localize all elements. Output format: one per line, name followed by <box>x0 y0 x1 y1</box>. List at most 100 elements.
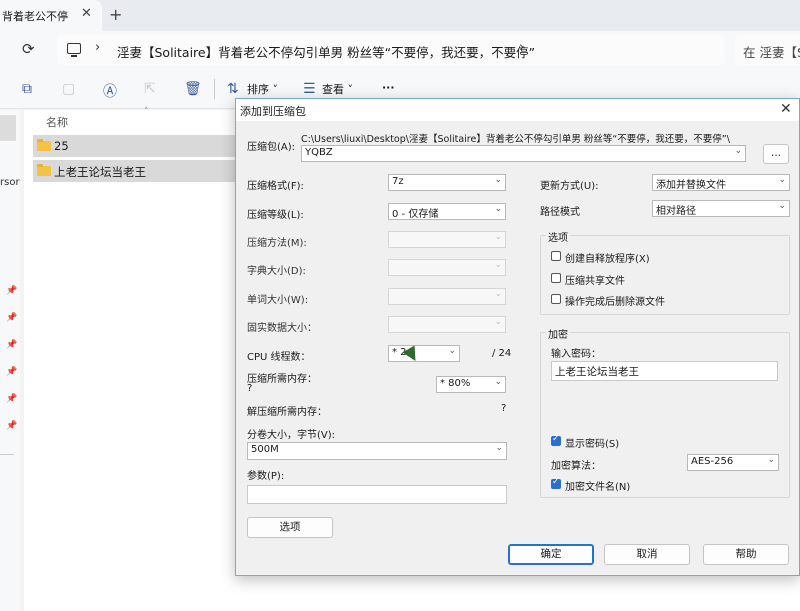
explorer-tab[interactable]: 背着老公不停 ✕ <box>0 0 102 31</box>
delete-icon[interactable]: 🗑 <box>184 81 202 97</box>
show-password-label[interactable]: 显示密码(S) <box>565 435 619 450</box>
format-label: 压缩格式(F): <box>247 181 304 192</box>
delete-after-checkbox[interactable] <box>551 294 561 304</box>
chevron-right-icon[interactable]: › <box>519 40 524 55</box>
update-label: 更新方式(U): <box>540 181 599 192</box>
shared-checkbox[interactable] <box>551 273 561 283</box>
rename-icon[interactable]: Ⓐ <box>103 81 117 101</box>
path-mode-label: 路径模式 <box>540 207 580 218</box>
refresh-icon[interactable]: ⟳ <box>22 40 35 58</box>
pin-icon: 📌 <box>6 340 18 350</box>
chevron-down-icon: ⌄ <box>494 260 502 270</box>
sort-button[interactable]: 排序 ˅ <box>247 81 278 97</box>
search-input[interactable]: 在 淫妻【S <box>735 35 800 65</box>
sfx-label[interactable]: 创建自释放程序(X) <box>565 250 650 265</box>
chevron-down-icon: ⌄ <box>495 443 503 453</box>
level-select[interactable]: 0 - 仅存储 ⌄ <box>388 203 506 220</box>
method-select[interactable]: ⌄ <box>388 231 506 248</box>
update-mode-select[interactable]: 添加并替换文件 ⌄ <box>652 174 790 191</box>
split-size-combo[interactable]: 500M ⌄ <box>247 442 507 460</box>
help-button[interactable]: 帮助 <box>703 544 789 565</box>
archive-name-value: YQBZ <box>305 147 333 158</box>
browse-button[interactable]: ... <box>763 144 789 164</box>
show-password-checkbox[interactable] <box>551 434 561 446</box>
add-to-archive-dialog: 添加到压缩包 ✕ 压缩包(A): C:\Users\liuxi\Desktop\… <box>235 98 800 576</box>
level-label: 压缩等级(L): <box>247 210 304 221</box>
sfx-checkbox[interactable] <box>551 251 561 261</box>
pin-icon: 📌 <box>6 421 18 431</box>
cancel-button[interactable]: 取消 <box>604 544 690 565</box>
split-value: 500M <box>251 444 279 455</box>
solid-select[interactable]: ⌄ <box>388 316 506 333</box>
toolbar-divider <box>214 79 215 99</box>
chevron-right-icon: › <box>95 40 101 55</box>
password-label: 输入密码： <box>551 349 601 360</box>
mem-comp-value: * 80% <box>440 378 471 389</box>
share-icon[interactable]: ⇱ <box>144 81 156 97</box>
ok-button[interactable]: 确定 <box>508 544 594 565</box>
column-header-name[interactable]: 名称 <box>46 114 68 130</box>
chevron-down-icon: ⌄ <box>494 232 502 242</box>
cpu-threads-select[interactable]: * 24 ⌄ <box>388 345 460 362</box>
close-icon[interactable]: ✕ <box>81 6 92 21</box>
delete-after-label[interactable]: 操作完成后删除源文件 <box>565 293 665 308</box>
pin-icon: 📌 <box>6 394 18 404</box>
dict-select[interactable]: ⌄ <box>388 259 506 276</box>
pin-icon: 📌 <box>6 367 18 377</box>
update-value: 添加并替换文件 <box>656 180 726 191</box>
encryption-group-title: 加密 <box>546 326 570 341</box>
paste-icon[interactable]: ▢ <box>62 81 75 97</box>
folder-icon <box>37 164 51 176</box>
options-group: 选项 创建自释放程序(X) 压缩共享文件 操作完成后删除源文件 <box>540 229 790 315</box>
solid-label: 固实数据大小： <box>247 323 317 334</box>
list-item[interactable]: 25 <box>33 135 243 157</box>
file-name: 25 <box>54 139 69 153</box>
mem-comp-label: 压缩所需内存： <box>247 374 317 385</box>
chevron-down-icon: ⌄ <box>448 346 456 356</box>
mem-decomp-label: 解压缩所需内存： <box>247 407 327 418</box>
archive-name-combo[interactable]: YQBZ ⌄ <box>301 145 746 162</box>
chevron-down-icon: ⌄ <box>494 317 502 327</box>
breadcrumb[interactable]: 淫妻【Solitaire】背着老公不停勾引单男 粉丝等“不要停，我还要，不要停” <box>117 42 535 61</box>
encrypt-names-label[interactable]: 加密文件名(N) <box>565 478 630 493</box>
view-label: 查看 <box>322 83 344 96</box>
options-group-title: 选项 <box>546 229 570 244</box>
format-value: 7z <box>392 176 404 187</box>
memory-usage-select[interactable]: * 80% ⌄ <box>436 376 506 393</box>
new-tab-button[interactable]: + <box>109 5 122 24</box>
options-button[interactable]: 选项 <box>247 517 333 538</box>
sidebar-item-selected[interactable] <box>0 115 16 141</box>
enc-method-value: AES-256 <box>691 456 734 467</box>
encryption-group: 加密 输入密码： 上老王论坛当老王 显示密码(S) 加密算法： AES-256 … <box>540 326 790 498</box>
close-icon[interactable]: ✕ <box>780 101 792 117</box>
password-input[interactable]: 上老王论坛当老王 <box>551 361 778 381</box>
password-value: 上老王论坛当老王 <box>555 366 639 378</box>
computer-icon <box>67 43 81 57</box>
encryption-method-select[interactable]: AES-256 ⌄ <box>687 454 779 471</box>
view-button[interactable]: 查看 ˅ <box>322 81 353 97</box>
format-select[interactable]: 7z ⌄ <box>388 174 506 191</box>
archive-label: 压缩包(A): <box>247 142 296 153</box>
list-item[interactable]: 上老王论坛当老王 <box>33 160 243 182</box>
tab-title: 背着老公不停 <box>2 10 68 23</box>
encrypt-names-checkbox[interactable] <box>551 477 561 489</box>
params-input[interactable] <box>247 485 507 504</box>
mem-decomp-unknown: ? <box>501 403 507 414</box>
path-mode-select[interactable]: 相对路径 ⌄ <box>652 200 790 217</box>
sort-icon: ⇅ <box>227 81 239 97</box>
tab-bar: 背着老公不停 ✕ + <box>0 0 800 31</box>
word-select[interactable]: ⌄ <box>388 288 506 305</box>
pin-icon: 📌 <box>6 313 18 323</box>
shared-label[interactable]: 压缩共享文件 <box>565 272 625 287</box>
copy-icon[interactable]: ⧉ <box>22 81 32 97</box>
sidebar-divider <box>0 454 14 455</box>
address-bar[interactable]: › 淫妻【Solitaire】背着老公不停勾引单男 粉丝等“不要停，我还要，不要… <box>57 35 725 65</box>
sort-caret-icon: ˄ <box>144 107 149 117</box>
address-bar-row: ⟳ › 淫妻【Solitaire】背着老公不停勾引单男 粉丝等“不要停，我还要，… <box>0 31 800 69</box>
chevron-down-icon: ⌄ <box>494 289 502 299</box>
sidebar-item-label[interactable]: rsor <box>0 177 20 188</box>
enc-method-label: 加密算法： <box>551 461 601 472</box>
dialog-title: 添加到压缩包 <box>240 105 306 118</box>
more-button[interactable]: ··· <box>382 81 395 94</box>
chevron-down-icon: ⌄ <box>778 201 786 211</box>
